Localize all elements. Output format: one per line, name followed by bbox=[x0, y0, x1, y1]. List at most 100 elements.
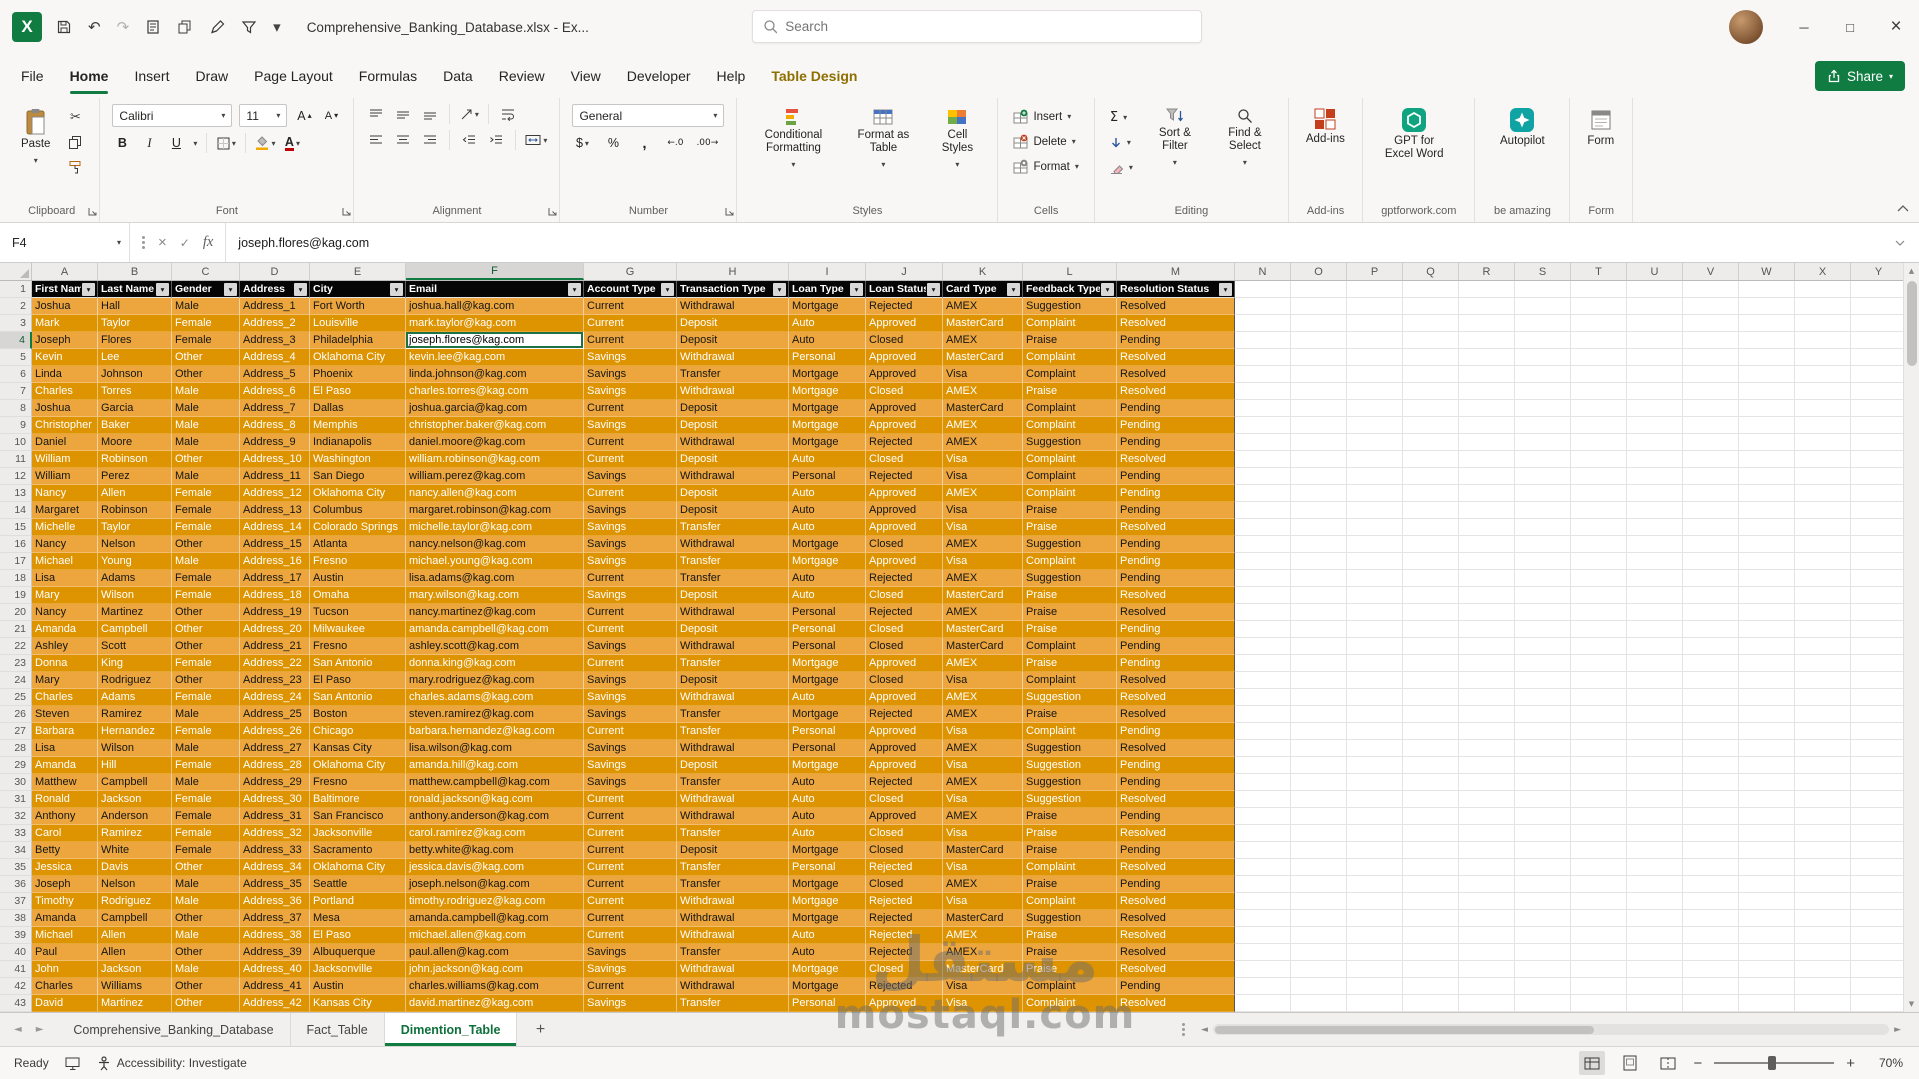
row-header-38[interactable]: 38 bbox=[0, 910, 32, 927]
cell-W20[interactable] bbox=[1739, 604, 1795, 621]
cell-A23[interactable]: Donna bbox=[32, 655, 98, 672]
row-header-29[interactable]: 29 bbox=[0, 757, 32, 774]
cell-P26[interactable] bbox=[1347, 706, 1403, 723]
cell-M19[interactable]: Resolved bbox=[1117, 587, 1235, 604]
cell-N27[interactable] bbox=[1235, 723, 1291, 740]
cell-C9[interactable]: Male bbox=[172, 417, 240, 434]
cell-K24[interactable]: Visa bbox=[943, 672, 1023, 689]
cell-V11[interactable] bbox=[1683, 451, 1739, 468]
cell-H42[interactable]: Withdrawal bbox=[677, 978, 789, 995]
filter-button-I[interactable]: ▾ bbox=[850, 282, 863, 296]
cell-G14[interactable]: Savings bbox=[584, 502, 677, 519]
cell-I32[interactable]: Auto bbox=[789, 808, 866, 825]
tab-table-design[interactable]: Table Design bbox=[761, 54, 867, 98]
cell-I37[interactable]: Mortgage bbox=[789, 893, 866, 910]
cell-B13[interactable]: Allen bbox=[98, 485, 172, 502]
cell-W35[interactable] bbox=[1739, 859, 1795, 876]
cell-V15[interactable] bbox=[1683, 519, 1739, 536]
cell-B15[interactable]: Taylor bbox=[98, 519, 172, 536]
cell-I5[interactable]: Personal bbox=[789, 349, 866, 366]
cell-R38[interactable] bbox=[1459, 910, 1515, 927]
cell-B41[interactable]: Jackson bbox=[98, 961, 172, 978]
cell-M27[interactable]: Pending bbox=[1117, 723, 1235, 740]
cell-E37[interactable]: Portland bbox=[310, 893, 406, 910]
cell-L30[interactable]: Suggestion bbox=[1023, 774, 1117, 791]
cell-M1[interactable]: Resolution Status ▾ bbox=[1117, 281, 1235, 298]
autopilot-button[interactable]: Autopilot bbox=[1487, 104, 1557, 152]
cell-C26[interactable]: Male bbox=[172, 706, 240, 723]
excel-logo-icon[interactable]: X bbox=[12, 12, 42, 42]
tab-developer[interactable]: Developer bbox=[617, 54, 701, 98]
gpt-for-excel-button[interactable]: GPT for Excel Word bbox=[1375, 104, 1453, 165]
row-header-40[interactable]: 40 bbox=[0, 944, 32, 961]
cell-J15[interactable]: Approved bbox=[866, 519, 943, 536]
cell-O6[interactable] bbox=[1291, 366, 1347, 383]
cell-X6[interactable] bbox=[1795, 366, 1851, 383]
row-header-30[interactable]: 30 bbox=[0, 774, 32, 791]
cell-B28[interactable]: Wilson bbox=[98, 740, 172, 757]
cell-G41[interactable]: Savings bbox=[584, 961, 677, 978]
cell-K29[interactable]: Visa bbox=[943, 757, 1023, 774]
cell-V2[interactable] bbox=[1683, 298, 1739, 315]
row-header-32[interactable]: 32 bbox=[0, 808, 32, 825]
cell-K33[interactable]: Visa bbox=[943, 825, 1023, 842]
cell-I41[interactable]: Mortgage bbox=[789, 961, 866, 978]
cell-R36[interactable] bbox=[1459, 876, 1515, 893]
cell-K25[interactable]: AMEX bbox=[943, 689, 1023, 706]
cell-S28[interactable] bbox=[1515, 740, 1571, 757]
cell-O22[interactable] bbox=[1291, 638, 1347, 655]
cell-N21[interactable] bbox=[1235, 621, 1291, 638]
cell-Y23[interactable] bbox=[1851, 655, 1907, 672]
cell-E6[interactable]: Phoenix bbox=[310, 366, 406, 383]
cell-D9[interactable]: Address_8 bbox=[240, 417, 310, 434]
cell-A30[interactable]: Matthew bbox=[32, 774, 98, 791]
save-icon[interactable] bbox=[56, 19, 72, 35]
cell-O34[interactable] bbox=[1291, 842, 1347, 859]
cell-S19[interactable] bbox=[1515, 587, 1571, 604]
cell-Q13[interactable] bbox=[1403, 485, 1459, 502]
cell-V23[interactable] bbox=[1683, 655, 1739, 672]
cell-M24[interactable]: Resolved bbox=[1117, 672, 1235, 689]
cell-C13[interactable]: Female bbox=[172, 485, 240, 502]
cell-R34[interactable] bbox=[1459, 842, 1515, 859]
cell-S5[interactable] bbox=[1515, 349, 1571, 366]
align-left-button[interactable] bbox=[366, 130, 386, 150]
cell-H3[interactable]: Deposit bbox=[677, 315, 789, 332]
cell-Q27[interactable] bbox=[1403, 723, 1459, 740]
cell-P22[interactable] bbox=[1347, 638, 1403, 655]
cell-J24[interactable]: Closed bbox=[866, 672, 943, 689]
cell-C8[interactable]: Male bbox=[172, 400, 240, 417]
cell-U43[interactable] bbox=[1627, 995, 1683, 1012]
row-header-7[interactable]: 7 bbox=[0, 383, 32, 400]
cell-O12[interactable] bbox=[1291, 468, 1347, 485]
cell-G39[interactable]: Current bbox=[584, 927, 677, 944]
cell-X17[interactable] bbox=[1795, 553, 1851, 570]
cell-K31[interactable]: Visa bbox=[943, 791, 1023, 808]
cell-U40[interactable] bbox=[1627, 944, 1683, 961]
cell-X14[interactable] bbox=[1795, 502, 1851, 519]
cell-H24[interactable]: Deposit bbox=[677, 672, 789, 689]
cell-V20[interactable] bbox=[1683, 604, 1739, 621]
cell-S31[interactable] bbox=[1515, 791, 1571, 808]
cell-W12[interactable] bbox=[1739, 468, 1795, 485]
cell-N17[interactable] bbox=[1235, 553, 1291, 570]
cell-C31[interactable]: Female bbox=[172, 791, 240, 808]
cell-X34[interactable] bbox=[1795, 842, 1851, 859]
row-header-37[interactable]: 37 bbox=[0, 893, 32, 910]
cell-R25[interactable] bbox=[1459, 689, 1515, 706]
cell-O17[interactable] bbox=[1291, 553, 1347, 570]
cell-O26[interactable] bbox=[1291, 706, 1347, 723]
cell-C43[interactable]: Other bbox=[172, 995, 240, 1012]
cell-B16[interactable]: Nelson bbox=[98, 536, 172, 553]
cell-T27[interactable] bbox=[1571, 723, 1627, 740]
cell-D36[interactable]: Address_35 bbox=[240, 876, 310, 893]
cell-W8[interactable] bbox=[1739, 400, 1795, 417]
cell-O4[interactable] bbox=[1291, 332, 1347, 349]
cell-C11[interactable]: Other bbox=[172, 451, 240, 468]
cell-V34[interactable] bbox=[1683, 842, 1739, 859]
cell-L3[interactable]: Complaint bbox=[1023, 315, 1117, 332]
scroll-up-icon[interactable]: ▲ bbox=[1904, 263, 1919, 279]
cell-G20[interactable]: Current bbox=[584, 604, 677, 621]
cell-B6[interactable]: Johnson bbox=[98, 366, 172, 383]
cell-R1[interactable] bbox=[1459, 281, 1515, 298]
